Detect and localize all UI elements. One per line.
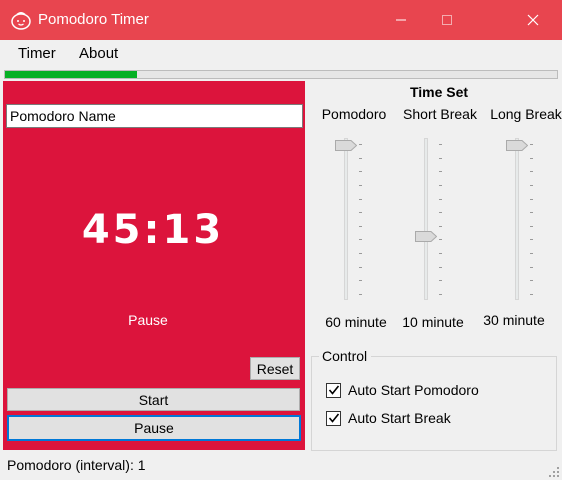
checkmark-icon <box>328 385 339 395</box>
slider-thumb[interactable] <box>415 231 437 243</box>
slider-tick <box>359 239 362 241</box>
resize-grip-icon[interactable] <box>548 466 560 478</box>
slider-tick <box>530 198 533 200</box>
time-set-panel: Time Set Pomodoro Short Break Long Break… <box>308 81 562 451</box>
pomodoro-slider-label: Pomodoro <box>321 106 387 122</box>
long-break-slider-label: Long Break <box>490 106 562 122</box>
pomodoro-name-input[interactable] <box>6 104 303 128</box>
slider-tick <box>530 294 533 295</box>
slider-tick <box>439 280 442 282</box>
checkmark-icon <box>328 413 339 423</box>
slider-tick <box>530 239 533 241</box>
control-group: Control Auto Start Pomodoro Auto Start B… <box>311 348 557 451</box>
short-break-slider[interactable] <box>413 138 453 300</box>
menu-timer[interactable]: Timer <box>18 45 56 62</box>
minimize-button[interactable] <box>378 0 424 40</box>
status-bar: Pomodoro (interval): 1 <box>0 452 562 480</box>
title-bar: Pomodoro Timer <box>0 0 562 40</box>
progress-bar <box>4 70 558 79</box>
slider-thumb[interactable] <box>506 140 528 151</box>
auto-start-pomodoro-checkbox[interactable] <box>326 382 341 398</box>
interval-status: Pomodoro (interval): 1 <box>7 457 146 473</box>
progress-fill <box>5 71 138 78</box>
slider-tick <box>439 294 442 295</box>
slider-track[interactable] <box>344 138 348 300</box>
slider-track[interactable] <box>515 138 519 300</box>
slider-tick <box>439 225 442 227</box>
slider-tick <box>439 266 442 268</box>
reset-button[interactable]: Reset <box>250 357 300 380</box>
control-group-legend: Control <box>319 348 372 364</box>
status-text: Pause <box>128 312 168 328</box>
slider-tick <box>530 280 533 282</box>
slider-tick <box>439 144 442 145</box>
pause-button[interactable]: Pause <box>7 415 301 441</box>
slider-tick <box>439 171 442 173</box>
slider-tick <box>359 266 362 268</box>
maximize-icon <box>442 15 452 25</box>
pomodoro-slider-value: 60 minute <box>325 314 387 330</box>
slider-tick <box>530 144 533 145</box>
start-button[interactable]: Start <box>7 388 300 411</box>
auto-start-break-option[interactable]: Auto Start Break <box>326 410 451 426</box>
auto-start-break-checkbox[interactable] <box>326 410 341 426</box>
window-title: Pomodoro Timer <box>38 11 149 28</box>
slider-tick <box>359 212 362 214</box>
slider-tick <box>359 253 362 255</box>
slider-tick <box>359 225 362 227</box>
menu-about[interactable]: About <box>79 45 118 62</box>
slider-tick <box>439 212 442 214</box>
slider-tick <box>359 280 362 282</box>
slider-tick <box>359 171 362 173</box>
time-set-title: Time Set <box>409 84 469 100</box>
time-display: 45:13 <box>81 207 225 253</box>
slider-tick <box>439 184 442 186</box>
tomato-icon <box>11 12 31 30</box>
slider-tick <box>530 253 533 255</box>
slider-tick <box>439 253 442 255</box>
slider-track[interactable] <box>424 138 428 300</box>
slider-tick <box>359 294 362 295</box>
short-break-slider-value: 10 minute <box>402 314 464 330</box>
slider-thumb[interactable] <box>335 140 357 151</box>
short-break-slider-label: Short Break <box>403 106 477 122</box>
auto-start-break-label: Auto Start Break <box>348 410 451 426</box>
slider-tick <box>439 239 442 241</box>
menu-bar: Timer About <box>0 40 562 68</box>
close-button[interactable] <box>510 0 556 40</box>
long-break-slider[interactable] <box>504 138 544 300</box>
long-break-slider-value: 30 minute <box>483 312 545 328</box>
timer-panel: 45:13 Pause Reset Start Pause <box>3 81 305 450</box>
maximize-button[interactable] <box>424 0 470 40</box>
slider-tick <box>530 184 533 186</box>
slider-tick <box>359 198 362 200</box>
slider-tick <box>359 144 362 145</box>
close-icon <box>527 14 539 26</box>
slider-tick <box>530 171 533 173</box>
slider-tick <box>530 225 533 227</box>
slider-tick <box>359 184 362 186</box>
auto-start-pomodoro-label: Auto Start Pomodoro <box>348 382 479 398</box>
slider-tick <box>439 198 442 200</box>
pomodoro-slider[interactable] <box>333 138 373 300</box>
slider-tick <box>530 157 533 159</box>
auto-start-pomodoro-option[interactable]: Auto Start Pomodoro <box>326 382 479 398</box>
slider-tick <box>530 212 533 214</box>
minimize-icon <box>396 19 406 21</box>
slider-tick <box>439 157 442 159</box>
slider-tick <box>530 266 533 268</box>
slider-tick <box>359 157 362 159</box>
